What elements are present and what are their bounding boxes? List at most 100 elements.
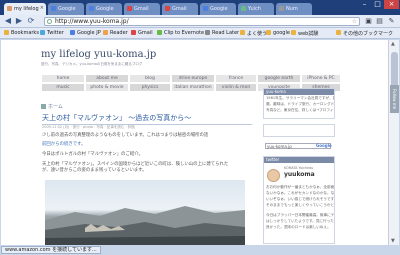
bookmark-google-jp[interactable]: Google JP xyxy=(70,30,101,36)
tweet-line: 良かった。週末のロードは楽しいねぇ。 xyxy=(266,225,331,229)
favicon-icon xyxy=(279,6,284,11)
bookmark-folder-google[interactable]: google xyxy=(266,30,290,36)
nav-violin[interactable]: violin & mon xyxy=(215,83,257,92)
nav-drive-europe[interactable]: drive europe xyxy=(171,74,215,83)
minimize-icon[interactable]: – xyxy=(358,0,371,9)
search-widget: yuu-koma.jp Google xyxy=(263,141,335,153)
browser-toolbar: ◀ ▶ ⟳ http://www.yuu-koma.jp/ ☆ ▣ ▤ ✎ xyxy=(0,15,400,28)
tab-label: Gmail xyxy=(172,6,187,12)
favicon-icon xyxy=(7,6,12,11)
close-tab-icon[interactable]: × xyxy=(40,5,44,11)
tab-yuich[interactable]: Yuich xyxy=(238,3,274,15)
nav-home[interactable]: home xyxy=(41,74,85,83)
nav-music[interactable]: music xyxy=(41,83,85,92)
url-text: http://www.yuu-koma.jp/ xyxy=(55,18,129,25)
page-content: my lifelog yuu-koma.jp 旅行、写真、デジカメ、yuu-ko… xyxy=(1,40,388,245)
nav-iphone-pc[interactable]: iPhone & PC xyxy=(301,74,341,83)
wrench-icon[interactable]: ✎ xyxy=(387,17,396,26)
nav-france[interactable]: france xyxy=(215,74,257,83)
tweet-line: おお何か動作が一番まともかなぁ。全部面白かった xyxy=(266,185,334,189)
bookmarks-bar: Bookmarks Twitter Google JP Reader Gmail… xyxy=(0,28,400,39)
tab-label: Gmail xyxy=(134,6,149,12)
folder-icon xyxy=(240,30,245,35)
tab-strip: my lifelog × Google Google Gmail Gmail G… xyxy=(0,0,400,15)
scroll-down-icon[interactable]: ▼ xyxy=(391,238,395,244)
blog-subtitle: 旅行、写真、デジカメ、yuu-komaの日常を気ままに綴るブログ xyxy=(41,62,143,66)
address-bar[interactable]: http://www.yuu-koma.jp/ ☆ xyxy=(44,17,360,26)
tab-num[interactable]: Num xyxy=(276,3,312,15)
vertical-scrollbar[interactable]: ▲ ▼ xyxy=(388,40,399,245)
post-title[interactable]: 天上の村「マルヴァオン」 ～過去の写真から～ xyxy=(42,113,252,125)
bookmark-bookmarks[interactable]: Bookmarks xyxy=(4,30,39,36)
post-paragraph: 少し前の過去の写真整理のようなものをしています。これはつまりは秘密の場所の話 xyxy=(42,133,209,138)
close-window-icon[interactable]: × xyxy=(384,0,399,9)
blog-title[interactable]: my lifelog yuu-koma.jp xyxy=(41,49,156,60)
bookmark-read-later[interactable]: Read Later xyxy=(205,30,239,36)
twitter-icon xyxy=(40,30,45,35)
folder-icon xyxy=(266,30,271,35)
google-icon xyxy=(70,30,75,35)
bookmark-gmail[interactable]: Gmail xyxy=(131,30,153,36)
nav-physics[interactable]: physics xyxy=(129,83,171,92)
page-menu-icon[interactable]: ▤ xyxy=(375,17,384,26)
twitter-user-id: KOMATA Yuichirou xyxy=(284,166,314,170)
tab-gmail[interactable]: Gmail xyxy=(162,3,198,15)
nav-italian-marathon[interactable]: italian marathon xyxy=(171,83,215,92)
tab-my-lifelog[interactable]: my lifelog × xyxy=(4,3,46,15)
tab-label: my lifelog xyxy=(14,6,39,12)
gmail-icon xyxy=(131,30,136,35)
twitter-user-name[interactable]: yuukoma xyxy=(284,171,315,178)
browser-window: my lifelog × Google Google Gmail Gmail G… xyxy=(0,0,400,255)
favicon-icon xyxy=(51,6,56,11)
star-icon[interactable]: ☆ xyxy=(352,18,357,25)
tab-google[interactable]: Google xyxy=(86,3,122,15)
window-controls: – □ × xyxy=(358,0,399,10)
about-text: 1981年生。サラリーマン会社員ですが、旅行の計画 xyxy=(266,96,334,100)
about-text: 写真など。東京在住、詳しくは→プロフィール xyxy=(266,108,334,112)
nav-google-earth[interactable]: google earth xyxy=(257,74,301,83)
other-bookmarks[interactable]: その他のブックマーク xyxy=(336,30,393,37)
nav-photo-movie[interactable]: photo & movie xyxy=(85,83,129,92)
tab-google[interactable]: Google xyxy=(200,3,236,15)
bookmark-folder-web[interactable]: web試験 xyxy=(291,30,318,37)
reload-icon[interactable]: ⟳ xyxy=(26,16,36,26)
favicon-icon xyxy=(241,6,246,11)
tab-label: Google xyxy=(210,6,228,12)
post-paragraph: 今日はポルトガルの村「マルヴァオン」のご紹介。 xyxy=(42,152,143,157)
extension-icon[interactable]: ▣ xyxy=(364,17,373,26)
google-search-button[interactable]: Google xyxy=(316,143,332,148)
bookmark-folder-frequent[interactable]: よく使う xyxy=(240,30,267,37)
favicon-icon xyxy=(89,6,94,11)
tab-google[interactable]: Google xyxy=(48,3,84,15)
favicon-icon xyxy=(165,6,170,11)
scroll-thumb[interactable] xyxy=(391,52,398,88)
maximize-icon[interactable]: □ xyxy=(371,0,384,9)
post-link[interactable]: 前回からの続きです。 xyxy=(42,141,85,147)
tab-label: Num xyxy=(286,6,298,12)
forward-icon[interactable]: ▶ xyxy=(14,16,24,26)
post-photo[interactable] xyxy=(45,180,245,245)
back-icon[interactable]: ◀ xyxy=(3,16,13,26)
breadcrumb[interactable]: ホーム xyxy=(41,103,63,110)
reader-icon xyxy=(103,30,108,35)
globe-icon xyxy=(47,19,52,24)
nav-about-me[interactable]: about me xyxy=(85,74,129,83)
follow-me-tab[interactable]: Follow me xyxy=(390,85,399,113)
bookmark-reader[interactable]: Reader xyxy=(103,30,128,36)
tab-label: Google xyxy=(58,6,76,12)
folder-icon xyxy=(291,30,296,35)
read-later-icon xyxy=(205,30,210,35)
nav-blog[interactable]: blog xyxy=(129,74,171,83)
folder-icon xyxy=(336,30,341,35)
post-meta: 2009.11.02 (月) · 旅行 · photo · 写真 · 記事を読む… xyxy=(42,125,135,129)
tab-label: Yuich xyxy=(248,6,261,12)
avatar[interactable] xyxy=(267,169,280,182)
tab-gmail[interactable]: Gmail xyxy=(124,3,160,15)
evernote-icon xyxy=(157,30,162,35)
post-paragraph: が、遠い昔からこの姿のまま残っているといいます。 xyxy=(42,168,147,173)
tweet-list: おお何か動作が一番まともかなぁ。全部面白かった ないかなぁ。これがセカンドなのか… xyxy=(264,184,334,231)
search-site-label: yuu-koma.jp xyxy=(267,144,292,149)
bookmark-twitter[interactable]: Twitter xyxy=(40,30,64,36)
scroll-up-icon[interactable]: ▲ xyxy=(391,41,395,47)
bookmark-clip-to-evernote[interactable]: Clip to Evernote xyxy=(157,30,204,36)
